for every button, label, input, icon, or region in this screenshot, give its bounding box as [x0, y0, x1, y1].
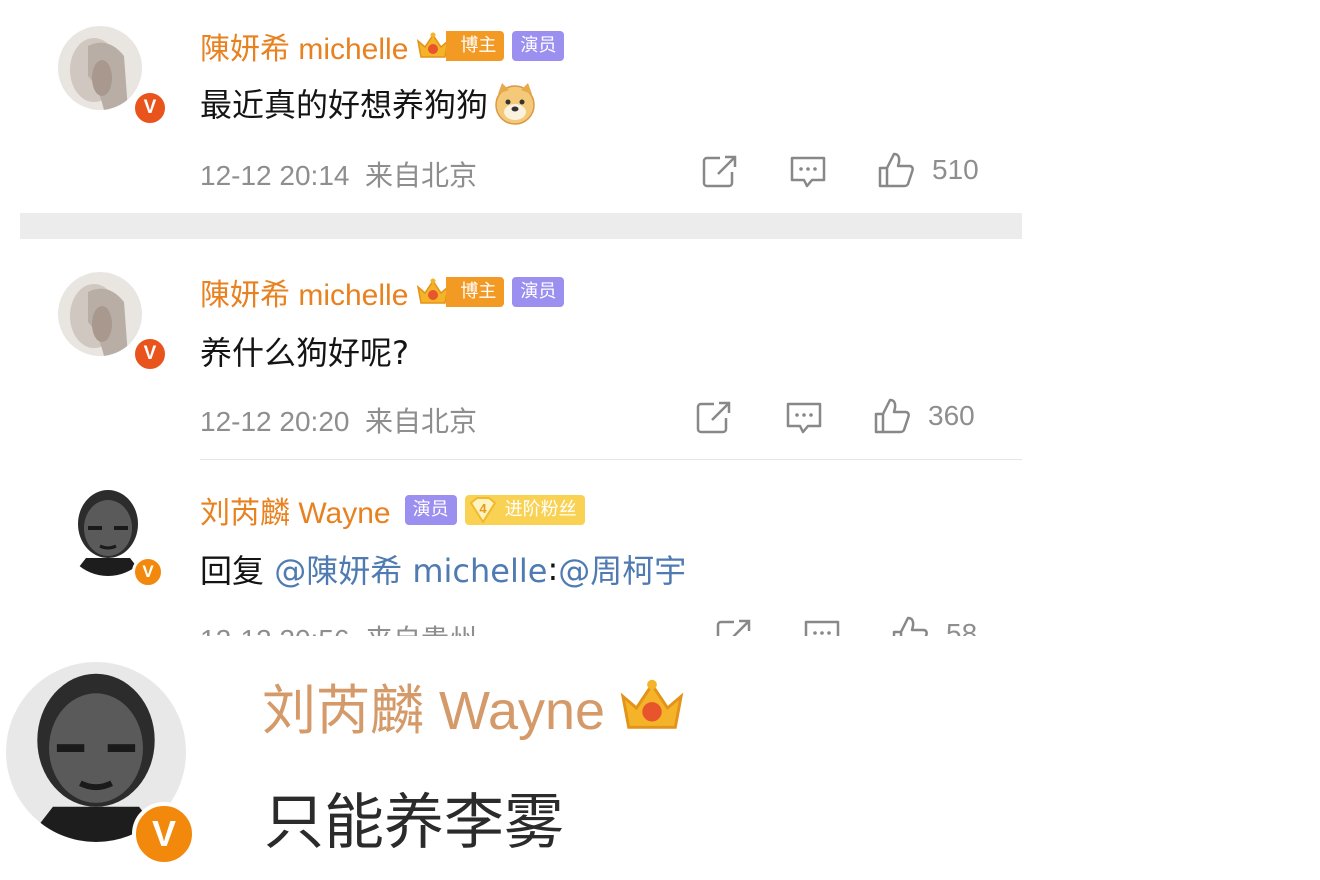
- like-count: 58: [946, 618, 978, 636]
- like-icon[interactable]: [876, 150, 916, 190]
- avatar[interactable]: V: [58, 272, 168, 378]
- comment-item: V 陳妍希 michelle 博主 演员 养什么狗好呢? 12-12 20:20…: [0, 240, 1022, 458]
- avatar-photo: [58, 272, 142, 356]
- comment-item: V 陳妍希 michelle 博主 演员 最近真的好想养狗狗 12-12 20:…: [0, 0, 1022, 212]
- doge-emoji-icon: [495, 83, 535, 125]
- comment-meta: 12-12 20:14 来自北京: [200, 160, 478, 191]
- blogger-tag: 博主: [446, 31, 505, 61]
- mention-link[interactable]: @周柯宇: [558, 546, 686, 592]
- author-name[interactable]: 陳妍希 michelle: [200, 270, 408, 314]
- repost-icon[interactable]: [700, 152, 740, 192]
- avatar-photo: [58, 26, 142, 110]
- author-name[interactable]: 陳妍希 michelle: [200, 24, 408, 68]
- comment-divider: [200, 459, 1022, 460]
- like-count: 360: [928, 400, 975, 431]
- verified-v-icon: V: [132, 336, 168, 372]
- crown-icon: [417, 32, 450, 58]
- repost-icon[interactable]: [694, 398, 734, 438]
- actor-tag: 演员: [404, 495, 457, 525]
- zoomed-comment: V 刘芮麟 Wayne 只能养李雾: [0, 652, 1320, 880]
- comment-text: 回复 @陳妍希 michelle: @周柯宇: [200, 546, 686, 592]
- comment-icon[interactable]: [788, 152, 828, 192]
- comment-text: 养什么狗好呢?: [200, 334, 409, 372]
- avatar[interactable]: V: [58, 26, 168, 132]
- actor-tag: 演员: [512, 277, 565, 307]
- comment-icon[interactable]: [802, 616, 842, 636]
- blogger-tag: 博主: [446, 277, 505, 307]
- comment-item: V 刘芮麟 Wayne 演员 4 进阶粉丝 回复 @陳妍希 michelle: @…: [0, 470, 1022, 636]
- mention-link[interactable]: @陳妍希 michelle: [274, 546, 547, 592]
- fan-level-icon: 4: [469, 497, 496, 523]
- repost-icon[interactable]: [714, 616, 754, 636]
- verified-v-icon: V: [132, 556, 164, 588]
- like-count: 510: [932, 154, 979, 185]
- like-icon[interactable]: [872, 396, 912, 436]
- crown-icon: [620, 679, 684, 729]
- author-name[interactable]: 刘芮麟 Wayne: [200, 488, 391, 532]
- verified-v-icon: V: [132, 802, 196, 866]
- actor-tag: 演员: [512, 31, 565, 61]
- fan-level-tag: 4 进阶粉丝: [464, 495, 585, 525]
- like-icon[interactable]: [890, 614, 930, 636]
- avatar[interactable]: V: [62, 484, 168, 590]
- avatar: V: [6, 662, 196, 872]
- section-divider: [20, 213, 1022, 239]
- verified-v-icon: V: [132, 90, 168, 126]
- comment-meta: 12-12 20:20 来自北京: [200, 406, 478, 437]
- author-name: 刘芮麟 Wayne: [262, 666, 685, 745]
- crown-icon: [417, 278, 450, 304]
- comment-text: 最近真的好想养狗狗: [200, 80, 538, 126]
- comment-meta: 12-12 20:56 来自贵州: [200, 618, 477, 636]
- comment-icon[interactable]: [784, 398, 824, 438]
- svg-text:4: 4: [479, 501, 487, 516]
- comment-text: 只能养李雾: [264, 788, 564, 858]
